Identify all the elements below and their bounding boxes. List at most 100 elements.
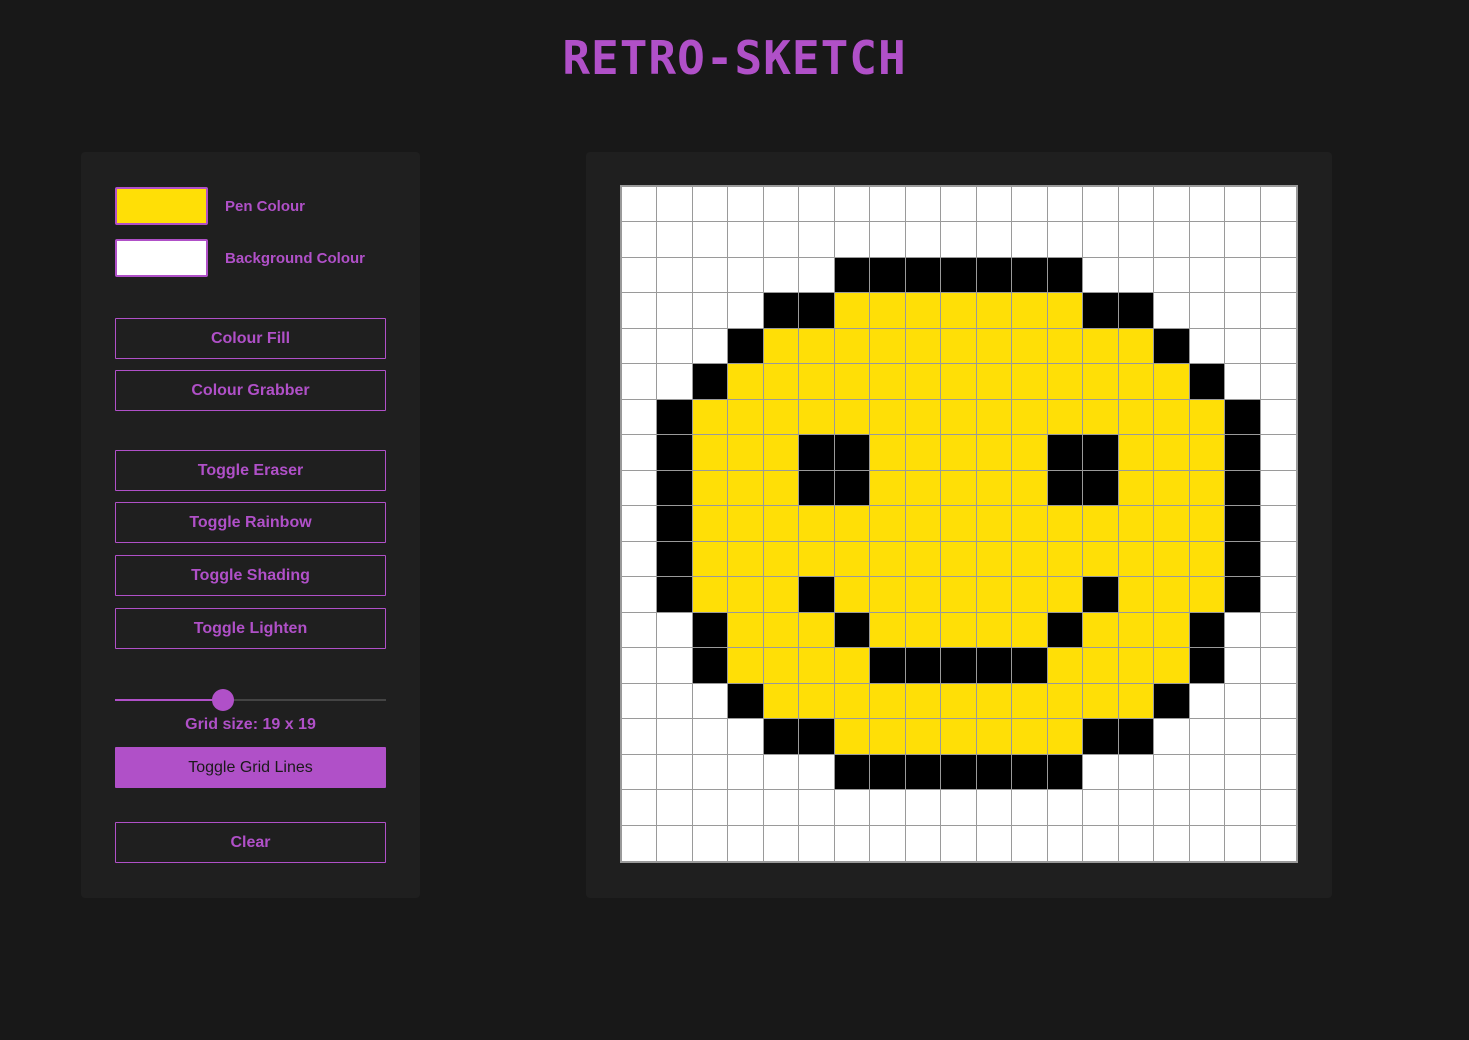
grid-cell[interactable] <box>1083 222 1119 258</box>
grid-cell[interactable] <box>1225 257 1261 294</box>
grid-cell[interactable] <box>1154 612 1190 649</box>
grid-cell[interactable] <box>622 577 658 613</box>
grid-cell[interactable] <box>657 328 693 365</box>
grid-cell[interactable] <box>1225 825 1261 861</box>
grid-cell[interactable] <box>1260 364 1296 400</box>
grid-cell[interactable] <box>799 470 835 507</box>
grid-cell[interactable] <box>1012 328 1048 365</box>
grid-cell[interactable] <box>692 577 729 613</box>
grid-cell[interactable] <box>1083 364 1119 400</box>
grid-cell[interactable] <box>870 719 906 755</box>
grid-cell[interactable] <box>692 541 729 578</box>
grid-cell[interactable] <box>1189 506 1226 542</box>
grid-cell[interactable] <box>870 399 906 436</box>
grid-cell[interactable] <box>1118 648 1155 684</box>
grid-cell[interactable] <box>622 754 658 791</box>
grid-cell[interactable] <box>1047 293 1084 329</box>
grid-cell[interactable] <box>1083 506 1119 542</box>
grid-cell[interactable] <box>1083 825 1119 861</box>
grid-cell[interactable] <box>763 222 800 258</box>
background-colour-picker[interactable] <box>115 239 208 277</box>
grid-cell[interactable] <box>799 612 835 649</box>
grid-cell[interactable] <box>1154 719 1190 755</box>
grid-cell[interactable] <box>763 719 800 755</box>
grid-cell[interactable] <box>905 399 942 436</box>
grid-cell[interactable] <box>1154 506 1190 542</box>
grid-cell[interactable] <box>941 683 977 720</box>
grid-cell[interactable] <box>941 222 977 258</box>
grid-cell[interactable] <box>1047 399 1084 436</box>
grid-cell[interactable] <box>834 364 871 400</box>
grid-cell[interactable] <box>1047 754 1084 791</box>
grid-cell[interactable] <box>834 612 871 649</box>
pen-colour-picker[interactable] <box>115 187 208 225</box>
grid-cell[interactable] <box>941 612 977 649</box>
grid-cell[interactable] <box>1083 612 1119 649</box>
grid-cell[interactable] <box>1083 435 1119 471</box>
grid-cell[interactable] <box>1083 790 1119 826</box>
grid-cell[interactable] <box>941 257 977 294</box>
grid-cell[interactable] <box>870 257 906 294</box>
grid-cell[interactable] <box>1118 470 1155 507</box>
grid-cell[interactable] <box>834 577 871 613</box>
grid-cell[interactable] <box>834 825 871 861</box>
grid-cell[interactable] <box>870 187 906 223</box>
grid-cell[interactable] <box>870 754 906 791</box>
grid-cell[interactable] <box>1225 541 1261 578</box>
grid-cell[interactable] <box>1154 257 1190 294</box>
grid-cell[interactable] <box>1047 719 1084 755</box>
grid-cell[interactable] <box>728 364 764 400</box>
grid-cell[interactable] <box>799 399 835 436</box>
grid-cell[interactable] <box>905 790 942 826</box>
grid-cell[interactable] <box>1189 719 1226 755</box>
grid-cell[interactable] <box>657 577 693 613</box>
grid-cell[interactable] <box>1225 719 1261 755</box>
grid-cell[interactable] <box>799 754 835 791</box>
grid-cell[interactable] <box>622 648 658 684</box>
grid-cell[interactable] <box>1012 187 1048 223</box>
grid-cell[interactable] <box>728 470 764 507</box>
grid-cell[interactable] <box>1260 222 1296 258</box>
grid-cell[interactable] <box>622 790 658 826</box>
grid-cell[interactable] <box>1189 293 1226 329</box>
grid-cell[interactable] <box>1118 612 1155 649</box>
grid-cell[interactable] <box>834 257 871 294</box>
grid-cell[interactable] <box>1118 577 1155 613</box>
grid-cell[interactable] <box>941 470 977 507</box>
grid-cell[interactable] <box>692 719 729 755</box>
grid-cell[interactable] <box>622 470 658 507</box>
grid-cell[interactable] <box>763 435 800 471</box>
grid-cell[interactable] <box>1047 506 1084 542</box>
grid-cell[interactable] <box>799 790 835 826</box>
grid-cell[interactable] <box>834 754 871 791</box>
grid-cell[interactable] <box>870 541 906 578</box>
grid-cell[interactable] <box>905 754 942 791</box>
grid-cell[interactable] <box>870 683 906 720</box>
grid-cell[interactable] <box>657 754 693 791</box>
grid-cell[interactable] <box>976 683 1013 720</box>
grid-cell[interactable] <box>763 328 800 365</box>
grid-cell[interactable] <box>941 293 977 329</box>
grid-cell[interactable] <box>1260 435 1296 471</box>
grid-cell[interactable] <box>657 293 693 329</box>
colour-grabber-button[interactable]: Colour Grabber <box>115 370 386 411</box>
grid-cell[interactable] <box>1189 364 1226 400</box>
grid-cell[interactable] <box>834 222 871 258</box>
grid-cell[interactable] <box>1012 257 1048 294</box>
grid-cell[interactable] <box>1189 612 1226 649</box>
grid-cell[interactable] <box>1154 187 1190 223</box>
grid-cell[interactable] <box>1047 257 1084 294</box>
slider-thumb[interactable] <box>212 689 234 711</box>
grid-cell[interactable] <box>1225 648 1261 684</box>
grid-cell[interactable] <box>1260 577 1296 613</box>
grid-cell[interactable] <box>799 187 835 223</box>
toggle-shading-button[interactable]: Toggle Shading <box>115 555 386 596</box>
grid-cell[interactable] <box>1047 790 1084 826</box>
grid-cell[interactable] <box>799 293 835 329</box>
grid-cell[interactable] <box>1118 719 1155 755</box>
grid-cell[interactable] <box>1154 683 1190 720</box>
grid-cell[interactable] <box>692 754 729 791</box>
grid-cell[interactable] <box>1189 435 1226 471</box>
grid-size-slider[interactable] <box>115 688 386 712</box>
grid-cell[interactable] <box>1225 328 1261 365</box>
